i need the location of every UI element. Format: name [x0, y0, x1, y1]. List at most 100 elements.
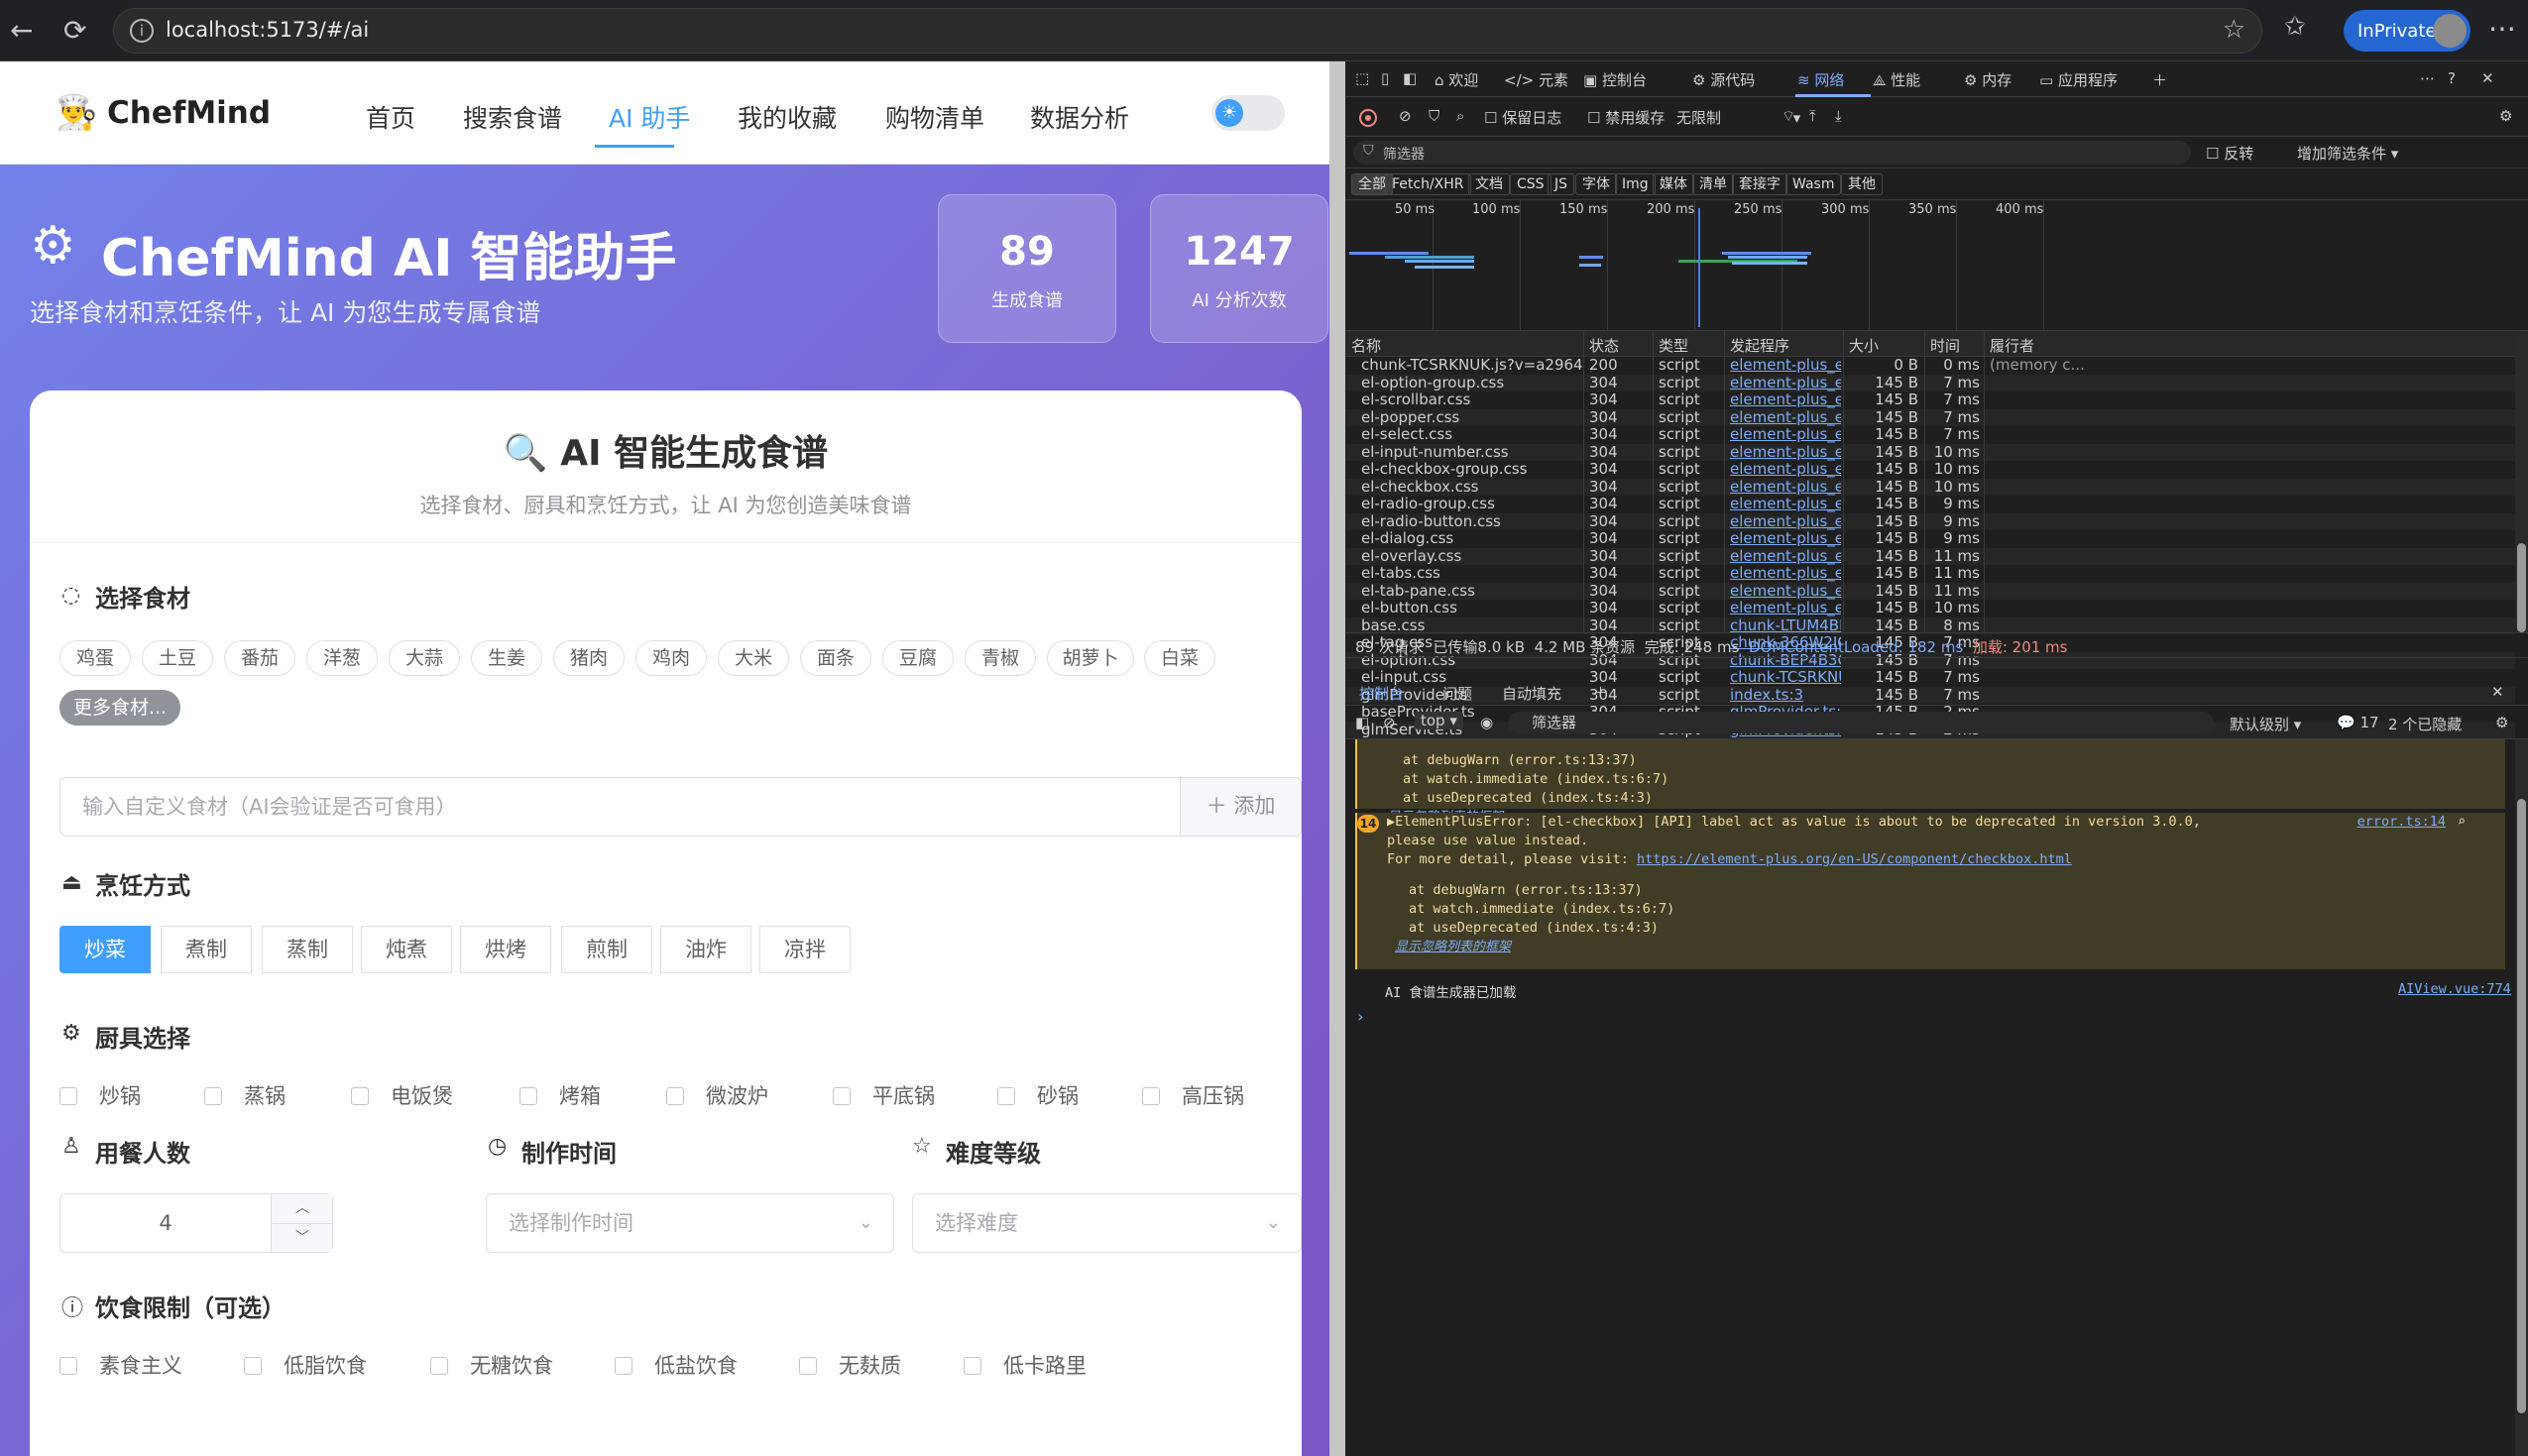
filter-icon[interactable]: ⛉	[1429, 107, 1439, 125]
console-prompt-icon[interactable]: ›	[1357, 1007, 1363, 1026]
cooking-option[interactable]: 油炸	[660, 926, 751, 973]
ingredient-tag[interactable]: 猪肉	[553, 640, 625, 676]
refresh-icon[interactable]: ⟳	[63, 14, 86, 47]
column-header[interactable]: 履行者	[1990, 335, 2034, 356]
tab-application[interactable]: ▭ 应用程序	[2039, 69, 2118, 90]
type-filter[interactable]: Fetch/XHR	[1385, 173, 1471, 195]
nav-home[interactable]: 首页	[366, 99, 415, 135]
checkbox-box[interactable]	[351, 1087, 369, 1105]
checkbox-box[interactable]	[666, 1087, 684, 1105]
wifi-settings-icon[interactable]: ⌔	[1781, 107, 1795, 126]
table-row[interactable]: el-input-number.css 304 script element-plus…	[1345, 443, 2515, 461]
type-filter[interactable]: CSS	[1510, 173, 1551, 195]
nav-search[interactable]: 搜索食谱	[463, 99, 562, 135]
table-row[interactable]: el-tabs.css 304 script element-plus_es_comp…	[1345, 565, 2515, 583]
type-filter[interactable]: 字体	[1575, 173, 1617, 195]
clear-icon[interactable]: ⊘	[1399, 107, 1412, 125]
address-bar[interactable]: i localhost:5173/#/ai ☆	[113, 8, 2262, 54]
checkbox-box[interactable]	[799, 1357, 817, 1375]
upload-icon[interactable]: ⤒	[1809, 107, 1816, 125]
type-filter[interactable]: Wasm	[1785, 173, 1842, 195]
initiator-link[interactable]: element-plus_es_compo	[1730, 426, 1841, 444]
source-link[interactable]: error.ts:14	[2357, 813, 2446, 832]
diet-checkbox[interactable]: 素食主义	[59, 1350, 182, 1380]
favorites-icon[interactable]: ✩	[2284, 12, 2306, 42]
cooking-option[interactable]: 煎制	[561, 926, 652, 973]
context-select[interactable]: top ▾	[1415, 712, 1463, 729]
nav-ai-assistant[interactable]: AI 助手	[609, 99, 690, 135]
custom-ingredient-input[interactable]	[60, 778, 1171, 836]
ingredient-tag[interactable]: 豆腐	[882, 640, 954, 676]
invert-checkbox[interactable]: ☐ 反转	[2206, 143, 2253, 164]
checkbox-box[interactable]	[59, 1357, 77, 1375]
search-icon[interactable]: ⌕	[1456, 107, 1464, 125]
ingredient-tag[interactable]: 青椒	[965, 640, 1036, 676]
cooking-option[interactable]: 炖煮	[361, 926, 452, 973]
cookware-checkbox[interactable]: 微波炉	[666, 1080, 768, 1110]
scrollbar-thumb[interactable]	[2517, 799, 2526, 1413]
initiator-link[interactable]: element-plus_es_compo	[1730, 496, 1841, 513]
docs-link[interactable]: https://element-plus.org/en-US/component…	[1637, 851, 2072, 867]
cooking-option[interactable]: 蒸制	[262, 926, 353, 973]
more-icon[interactable]: ⋯	[2420, 69, 2435, 87]
table-scrollbar[interactable]	[2515, 335, 2528, 632]
add-tab-icon[interactable]: ＋	[2152, 69, 2167, 90]
sidebar-toggle-icon[interactable]: ◧	[1355, 714, 1369, 731]
source-link[interactable]: AIView.vue:774	[2398, 981, 2511, 997]
type-filter[interactable]: 清单	[1692, 173, 1734, 195]
tab-performance[interactable]: ⟁ 性能	[1873, 69, 1920, 90]
column-header[interactable]: 状态	[1589, 335, 1619, 356]
ingredient-tag[interactable]: 大米	[718, 640, 789, 676]
cooking-option-stir-fry[interactable]: 炒菜	[59, 926, 151, 973]
checkbox-box[interactable]	[204, 1087, 222, 1105]
add-drawer-tab-icon[interactable]: ＋	[1593, 682, 1608, 703]
drawer-tab-issues[interactable]: 问题	[1442, 683, 1472, 704]
cook-time-select[interactable]: 选择制作时间 ⌄	[486, 1193, 894, 1253]
initiator-link[interactable]: element-plus_es_compo	[1730, 530, 1841, 548]
favorite-star-icon[interactable]: ☆	[2223, 15, 2245, 45]
checkbox-box[interactable]	[964, 1357, 981, 1375]
ingredient-tag[interactable]: 胡萝卜	[1047, 640, 1134, 676]
diet-checkbox[interactable]: 低脂饮食	[244, 1350, 367, 1380]
message-count[interactable]: 💬 17	[2337, 714, 2379, 731]
disable-cache-checkbox[interactable]: ☐ 禁用缓存	[1587, 107, 1665, 128]
ingredient-tag[interactable]: 洋葱	[306, 640, 378, 676]
device-icon[interactable]: ▯	[1381, 69, 1389, 87]
diet-checkbox[interactable]: 无麸质	[799, 1350, 901, 1380]
network-filter-input[interactable]: ⛉ 筛选器	[1353, 141, 2191, 165]
ingredient-tag[interactable]: 大蒜	[389, 640, 460, 676]
cooking-option[interactable]: 凉拌	[759, 926, 851, 973]
initiator-link[interactable]: element-plus_es_compo	[1730, 461, 1841, 479]
type-filter[interactable]: Img	[1615, 173, 1656, 195]
diet-checkbox[interactable]: 低卡路里	[964, 1350, 1087, 1380]
error-message-line[interactable]: ▶ElementPlusError: [el-checkbox] [API] l…	[1387, 813, 2505, 832]
more-ingredients-tag[interactable]: 更多食材...	[59, 690, 180, 726]
ingredient-tag[interactable]: 白菜	[1144, 640, 1215, 676]
cooking-option[interactable]: 烘烤	[460, 926, 551, 973]
checkbox-box[interactable]	[997, 1087, 1015, 1105]
ingredient-tag[interactable]: 番茄	[224, 640, 295, 676]
initiator-link[interactable]: element-plus_es_compo	[1730, 409, 1841, 427]
cookware-checkbox[interactable]: 高压锅	[1142, 1080, 1244, 1110]
record-icon[interactable]	[1359, 109, 1377, 127]
diet-checkbox[interactable]: 低盐饮食	[615, 1350, 738, 1380]
console-settings-icon[interactable]: ⚙	[2495, 714, 2508, 731]
help-icon[interactable]: ?	[2448, 69, 2456, 87]
tab-welcome[interactable]: ⌂ 欢迎	[1435, 69, 1478, 90]
download-icon[interactable]: ⤓	[1835, 107, 1842, 125]
close-icon[interactable]: ✕	[2481, 69, 2494, 87]
tab-sources[interactable]: ⚙ 源代码	[1692, 69, 1755, 90]
nav-favorites[interactable]: 我的收藏	[738, 99, 837, 135]
cookware-checkbox[interactable]: 电饭煲	[351, 1080, 453, 1110]
add-ingredient-button[interactable]: ＋ 添加	[1180, 778, 1301, 836]
cookware-checkbox[interactable]: 烤箱	[519, 1080, 601, 1110]
table-row[interactable]: el-radio-group.css 304 script element-plus_…	[1345, 496, 2515, 513]
tab-elements[interactable]: </> 元素	[1504, 69, 1568, 90]
brand-name[interactable]: ChefMind	[107, 95, 271, 131]
ingredient-tag[interactable]: 生姜	[471, 640, 542, 676]
ingredient-tag[interactable]: 面条	[800, 640, 871, 676]
table-row[interactable]: el-dialog.css 304 script element-plus_es_co…	[1345, 530, 2515, 548]
clear-console-icon[interactable]: ⊘	[1383, 714, 1396, 731]
more-filters-dropdown[interactable]: 增加筛选条件 ▾	[2297, 143, 2398, 164]
nav-analytics[interactable]: 数据分析	[1030, 99, 1129, 135]
